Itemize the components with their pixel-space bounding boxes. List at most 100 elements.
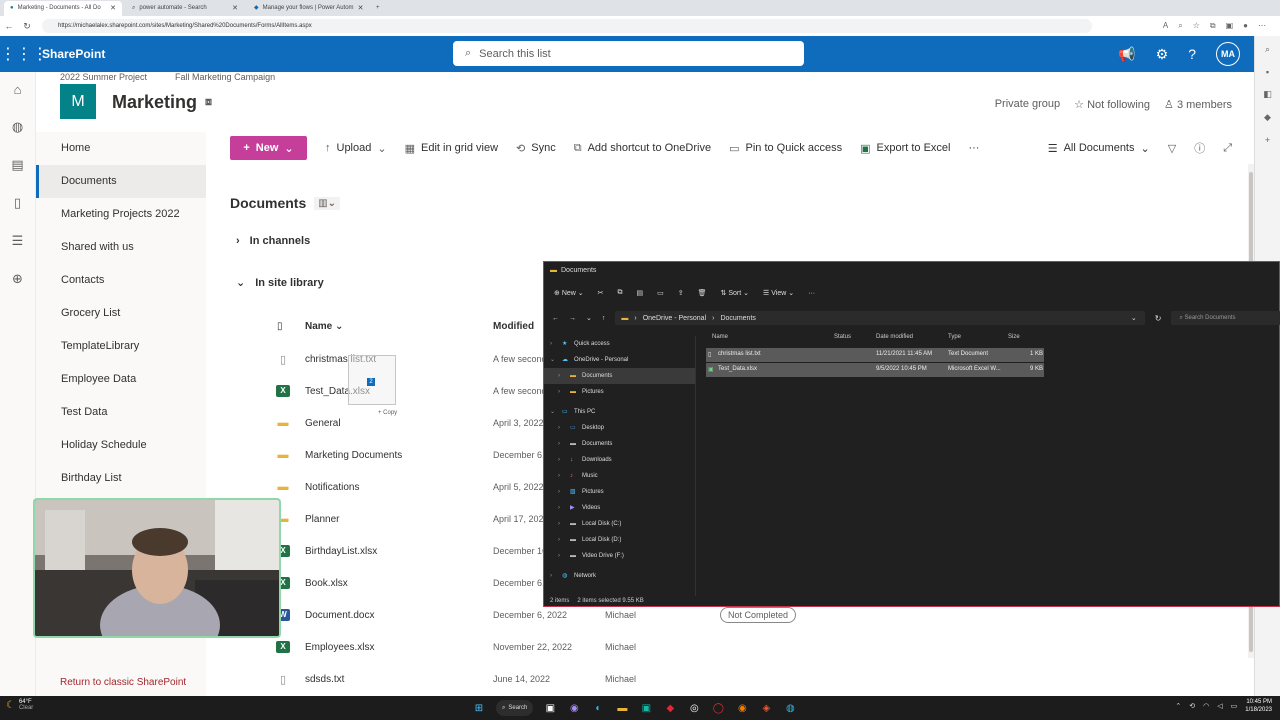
browser-tab-2[interactable]: ⌕ power automate - Search ✕ — [126, 1, 244, 16]
extensions-icon[interactable]: ⧉ — [1210, 21, 1216, 31]
column-name-header[interactable]: Name ⌄ — [305, 321, 343, 332]
app-icon[interactable]: ◆ — [663, 701, 677, 715]
chevron-icon[interactable]: › — [558, 368, 566, 384]
edit-grid-button[interactable]: ▦ Edit in grid view — [405, 142, 498, 155]
browser-icon[interactable]: ◍ — [783, 701, 797, 715]
address-bar[interactable]: https://michaelalex.sharepoint.com/sites… — [42, 19, 1092, 33]
profile-icon[interactable]: ● — [1243, 21, 1248, 31]
file-name[interactable]: Employees.xlsx — [305, 642, 374, 653]
forward-icon[interactable]: → — [569, 315, 576, 322]
chevron-icon[interactable]: › — [558, 468, 566, 484]
opera-icon[interactable]: ◯ — [711, 701, 725, 715]
task-view-icon[interactable]: ▣ — [543, 701, 557, 715]
explorer-col-size[interactable]: Size — [1008, 334, 1020, 340]
zoom-icon[interactable]: ⌕ — [1178, 21, 1182, 31]
explorer-col-type[interactable]: Type — [948, 334, 961, 340]
file-name[interactable]: BirthdayList.xlsx — [305, 546, 377, 557]
file-explorer-icon[interactable]: ▬ — [615, 701, 629, 715]
explorer-file-row[interactable]: ▯ christmas list.txt 11/21/2021 11:45 AM… — [706, 348, 1044, 362]
column-modified-header[interactable]: Modified — [493, 321, 534, 332]
site-logo[interactable]: M — [60, 84, 96, 119]
nav-item-template-library[interactable]: TemplateLibrary — [36, 330, 206, 363]
info-icon[interactable]: ⓘ — [1194, 140, 1205, 156]
nav-item-contacts[interactable]: Contacts — [36, 264, 206, 297]
browser-tab-3[interactable]: ◆ Manage your flows | Power Autom ✕ — [248, 1, 366, 16]
more-button[interactable]: ··· — [808, 290, 815, 297]
browser-tab-1[interactable]: ● Marketing - Documents - All Do ✕ — [4, 1, 122, 16]
weather-widget[interactable]: ☾ 64°F Clear — [6, 699, 33, 711]
search-box[interactable]: ⌕ Search this list — [453, 41, 804, 66]
chevron-down-icon[interactable]: ⌄ — [1131, 314, 1137, 322]
explorer-nav-item[interactable]: › ▬ Local Disk (D:) — [544, 532, 695, 548]
export-excel-button[interactable]: ▣ Export to Excel — [860, 142, 950, 155]
sort-button[interactable]: ⇅ Sort ⌄ — [721, 289, 749, 297]
battery-icon[interactable]: ▭ — [1231, 702, 1238, 710]
nav-item-home[interactable]: Home — [36, 132, 206, 165]
outlook-icon[interactable]: ▪ — [1266, 67, 1269, 77]
sync-icon[interactable]: ⟲ — [1189, 702, 1195, 710]
volume-icon[interactable]: ◁ — [1217, 702, 1222, 710]
explorer-nav-item[interactable]: › ♪ Music — [544, 468, 695, 484]
lists-icon[interactable]: ☰ — [12, 233, 24, 249]
search-icon[interactable]: ⌕ — [1265, 44, 1270, 55]
add-shortcut-button[interactable]: ⧉ Add shortcut to OneDrive — [574, 142, 711, 155]
chevron-icon[interactable]: ⌄ — [550, 352, 558, 368]
explorer-col-name[interactable]: Name — [712, 334, 728, 340]
explorer-path-bar[interactable]: ▬ › OneDrive - Personal › Documents ⌄ — [615, 311, 1145, 325]
nav-item-birthday-list[interactable]: Birthday List — [36, 462, 206, 495]
file-type-header-icon[interactable]: ▯ — [277, 321, 283, 332]
file-icon[interactable]: ▯ — [14, 195, 21, 211]
explorer-file-row[interactable]: ▣ Test_Data.xlsx 9/5/2022 10:45 PM Micro… — [706, 363, 1044, 377]
delete-icon[interactable]: 🗑 — [698, 289, 707, 297]
filter-icon[interactable]: ▽ — [1168, 142, 1176, 155]
section-in-site-library[interactable]: ⌄ In site library — [236, 276, 324, 290]
explorer-search-input[interactable]: ⌕ Search Documents — [1171, 311, 1280, 325]
hub-link[interactable]: Fall Marketing Campaign — [175, 72, 275, 82]
chevron-icon[interactable]: › — [558, 516, 566, 532]
expand-icon[interactable]: ⤢ — [1223, 142, 1232, 155]
table-row[interactable]: ▯ sdsds.txt June 14, 2022 Michael — [230, 665, 1230, 697]
favorite-star-icon[interactable]: ☆ — [1193, 21, 1200, 31]
nav-item-marketing-projects[interactable]: Marketing Projects 2022 — [36, 198, 206, 231]
teams-icon[interactable]: ⧈ — [205, 96, 212, 109]
explorer-nav-item[interactable]: › ↓ Downloads — [544, 452, 695, 468]
help-icon[interactable]: ? — [1188, 46, 1196, 62]
view-button[interactable]: ☰ View ⌄ — [763, 289, 794, 297]
explorer-nav-item[interactable]: ⌄ ☁ OneDrive - Personal — [544, 352, 695, 368]
section-in-channels[interactable]: › In channels — [236, 235, 310, 247]
home-icon[interactable]: ⌂ — [14, 82, 22, 97]
more-icon[interactable]: ⋯ — [1258, 21, 1266, 31]
close-icon[interactable]: ✕ — [358, 1, 364, 16]
explorer-nav-item[interactable]: › ▶ Videos — [544, 500, 695, 516]
brave-icon[interactable]: ◈ — [759, 701, 773, 715]
file-name[interactable]: Marketing Documents — [305, 450, 402, 461]
back-icon[interactable]: ← — [0, 21, 18, 31]
explorer-nav-item[interactable]: › ▭ Desktop — [544, 420, 695, 436]
new-button[interactable]: + New ⌄ — [230, 136, 307, 160]
chevron-icon[interactable]: ⌄ — [550, 404, 558, 420]
read-aloud-icon[interactable]: A — [1163, 21, 1168, 31]
pin-button[interactable]: ▭ Pin to Quick access — [729, 142, 842, 155]
chevron-icon[interactable]: › — [558, 532, 566, 548]
explorer-nav-item[interactable]: › ★ Quick access — [544, 336, 695, 352]
nav-item-grocery-list[interactable]: Grocery List — [36, 297, 206, 330]
explorer-nav-item[interactable]: › ▬ Local Disk (C:) — [544, 516, 695, 532]
nav-item-employee-data[interactable]: Employee Data — [36, 363, 206, 396]
wifi-icon[interactable]: ◠ — [1203, 702, 1209, 710]
chevron-icon[interactable]: › — [558, 420, 566, 436]
explorer-nav-item[interactable]: › ▬ Pictures — [544, 384, 695, 400]
chevron-up-icon[interactable]: ⌃ — [1175, 702, 1181, 710]
start-icon[interactable]: ⊞ — [472, 701, 486, 715]
firefox-icon[interactable]: ◉ — [735, 701, 749, 715]
file-name[interactable]: Book.xlsx — [305, 578, 348, 589]
chevron-icon[interactable]: › — [558, 484, 566, 500]
search-input[interactable]: Search this list — [479, 48, 551, 60]
megaphone-icon[interactable]: 📢 — [1118, 46, 1135, 63]
back-icon[interactable]: ← — [552, 315, 559, 322]
chevron-icon[interactable]: › — [558, 436, 566, 452]
file-name[interactable]: sdsds.txt — [305, 674, 344, 685]
teams-icon[interactable]: ▣ — [639, 701, 653, 715]
new-button[interactable]: ⊕ New ⌄ — [554, 289, 584, 297]
gear-icon[interactable]: ⚙ — [1156, 46, 1169, 63]
share-icon[interactable]: ⇪ — [678, 289, 684, 297]
